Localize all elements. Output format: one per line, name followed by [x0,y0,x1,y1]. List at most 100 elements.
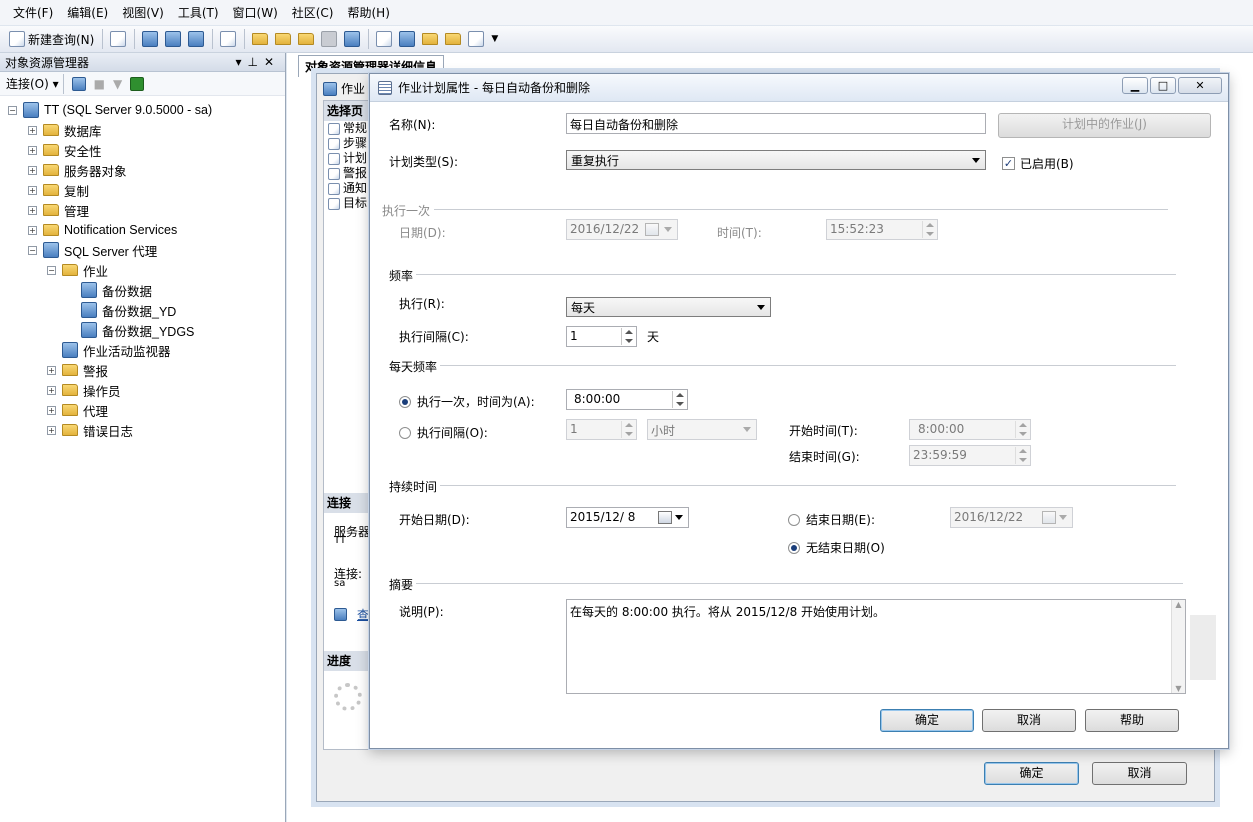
maximize-icon[interactable]: □ [1150,77,1176,94]
occurs-every-input[interactable]: 1 [566,419,637,440]
page-schedules[interactable]: 计划 [324,151,370,166]
solution-explorer-button[interactable] [442,28,464,50]
properties-button[interactable] [465,28,487,50]
collapse-icon[interactable]: − [47,265,56,275]
spinner-icon[interactable] [1015,447,1029,464]
collapse-icon[interactable]: − [8,105,17,115]
spinner-icon[interactable] [621,328,635,345]
enabled-checkbox[interactable]: ✓ 已启用(B) [1002,155,1074,172]
tree-node-databases[interactable]: + 数据库 [0,120,285,140]
xmla-query-button[interactable] [185,28,207,50]
tree-node-job[interactable]: 备份数据_YD [0,300,285,320]
close-icon[interactable]: ✕ [264,55,280,69]
menu-view[interactable]: 视图(V) [115,4,171,21]
tree-node-job[interactable]: 备份数据_YDGS [0,320,285,340]
filter-icon[interactable]: ▼ [113,77,122,91]
save-all-button[interactable] [341,28,363,50]
menu-tools[interactable]: 工具(T) [171,4,226,21]
tree-node-operators[interactable]: + 操作员 [0,380,285,400]
open-solution-button[interactable] [295,28,317,50]
menu-window[interactable]: 窗口(W) [226,4,285,21]
tree-node-server[interactable]: − TT (SQL Server 9.0.5000 - sa) [0,100,285,120]
pin-icon[interactable]: ⊥ [247,55,263,69]
toolbar-overflow-button[interactable]: ▼ [488,28,501,50]
open-file-button[interactable] [249,28,271,50]
dmx-query-button[interactable] [162,28,184,50]
recurs-every-input[interactable]: 1 [566,326,637,347]
tree-node-job-monitor[interactable]: 作业活动监视器 [0,340,285,360]
expand-icon[interactable]: + [47,425,56,435]
expand-icon[interactable]: + [28,145,37,155]
spinner-icon[interactable] [1015,421,1029,438]
open-project-button[interactable] [272,28,294,50]
page-steps[interactable]: 步骤 [324,136,370,151]
page-general[interactable]: 常规 [324,121,370,136]
tree-node-job[interactable]: 备份数据 [0,280,285,300]
expand-icon[interactable]: + [47,365,56,375]
disconnect-icon[interactable] [71,76,86,91]
template-explorer-button[interactable] [419,28,441,50]
tree-node-management[interactable]: + 管理 [0,200,285,220]
menu-community[interactable]: 社区(C) [285,4,341,21]
refresh-icon[interactable] [130,76,145,91]
new-query-button[interactable]: 新建查询(N) [6,28,97,50]
start-time-input[interactable]: 8:00:00 [909,419,1031,440]
expand-icon[interactable]: + [28,165,37,175]
cancel-button[interactable]: 取消 [982,709,1076,732]
collapse-icon[interactable]: − [28,245,37,255]
page-alerts[interactable]: 警报 [324,166,370,181]
spinner-icon[interactable] [621,421,635,438]
end-date-picker[interactable]: 2016/12/22 [950,507,1073,528]
page-notifications[interactable]: 通知 [324,181,370,196]
tree-node-security[interactable]: + 安全性 [0,140,285,160]
registered-servers-button[interactable] [373,28,395,50]
template-button[interactable] [217,28,239,50]
occurs-once-time-input[interactable]: 8:00:00 [566,389,688,410]
expand-icon[interactable]: + [47,385,56,395]
once-date-picker[interactable]: 2016/12/22 [566,219,678,240]
page-targets[interactable]: 目标 [324,196,370,211]
expand-icon[interactable]: + [28,125,37,135]
job-ok-button[interactable]: 确定 [984,762,1079,785]
expand-icon[interactable]: + [28,225,37,235]
tree-node-error-logs[interactable]: + 错误日志 [0,420,285,440]
schedule-type-select[interactable]: 重复执行 [566,150,986,170]
occurs-once-radio[interactable]: 执行一次，时间为(A): [399,393,535,410]
occurs-every-radio[interactable]: 执行间隔(O): [399,424,488,441]
tree-node-server-objects[interactable]: + 服务器对象 [0,160,285,180]
menu-file[interactable]: 文件(F) [6,4,60,21]
object-explorer-button[interactable] [396,28,418,50]
expand-icon[interactable]: + [28,205,37,215]
once-time-input[interactable]: 15:52:23 [826,219,938,240]
tree-node-jobs[interactable]: − 作业 [0,260,285,280]
close-icon[interactable]: ✕ [1178,77,1222,94]
expand-icon[interactable]: + [28,185,37,195]
tree-node-replication[interactable]: + 复制 [0,180,285,200]
connect-dropdown[interactable]: 连接(O) ▾ [6,75,59,92]
tree-node-notification-services[interactable]: + Notification Services [0,220,285,240]
mdx-query-button[interactable] [139,28,161,50]
menu-help[interactable]: 帮助(H) [341,4,397,21]
new-file-button[interactable] [107,28,129,50]
stop-icon[interactable]: ■ [94,77,105,91]
tree-node-alerts[interactable]: + 警报 [0,360,285,380]
scroll-up-icon[interactable]: ▲ [1172,600,1185,609]
minimize-icon[interactable]: ▁ [1122,77,1148,94]
occurs-select[interactable]: 每天 [566,297,771,317]
occurs-every-unit-select[interactable]: 小时 [647,419,757,440]
job-cancel-button[interactable]: 取消 [1092,762,1187,785]
end-time-input[interactable]: 23:59:59 [909,445,1031,466]
description-textarea[interactable]: 在每天的 8:00:00 执行。将从 2015/12/8 开始使用计划。 ▲ ▼ [566,599,1186,694]
name-input[interactable]: 每日自动备份和删除 [566,113,986,134]
scroll-down-icon[interactable]: ▼ [1172,684,1185,693]
panel-dropdown-icon[interactable]: ▾ [235,55,247,69]
tree-node-sql-agent[interactable]: − SQL Server 代理 [0,240,285,260]
start-date-picker[interactable]: 2015/12/ 8 [566,507,689,528]
scrollbar[interactable]: ▲ ▼ [1171,600,1185,693]
no-end-date-radio[interactable]: 无结束日期(O) [788,539,885,556]
ok-button[interactable]: 确定 [880,709,974,732]
spinner-icon[interactable] [672,391,686,408]
end-date-radio[interactable]: 结束日期(E): [788,511,875,528]
tree-node-proxies[interactable]: + 代理 [0,400,285,420]
expand-icon[interactable]: + [47,405,56,415]
